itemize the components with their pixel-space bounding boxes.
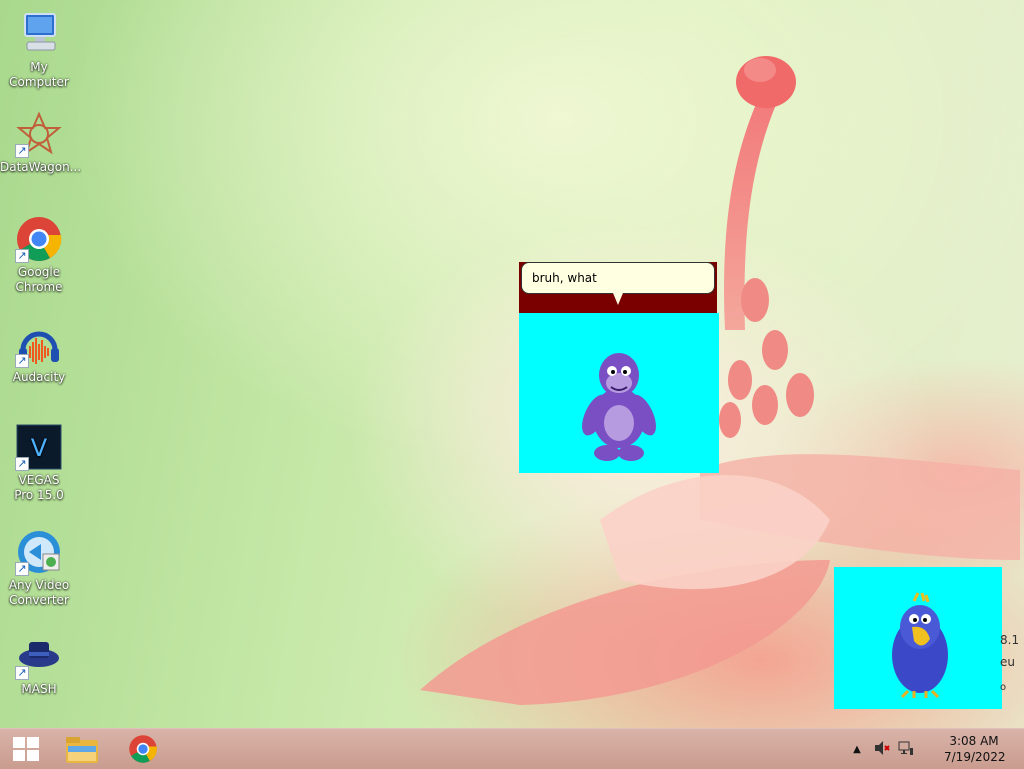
bonzi-agent[interactable]: [519, 313, 719, 473]
chrome-icon: ↗: [15, 215, 63, 263]
computer-icon: [15, 10, 63, 58]
desktop-icon-mash[interactable]: ↗ MASH: [0, 632, 78, 697]
shortcut-arrow-icon: ↗: [15, 354, 29, 368]
shortcut-arrow-icon: ↗: [15, 144, 29, 158]
shortcut-arrow-icon: ↗: [15, 666, 29, 680]
shortcut-arrow-icon: ↗: [15, 457, 29, 471]
desktop-icon-my-computer[interactable]: My Computer: [0, 10, 78, 90]
speech-bubble: bruh, what: [521, 262, 715, 294]
desktop-icon-label: Audacity: [12, 370, 66, 384]
windows-start-icon: [13, 737, 39, 761]
desktop-icon-label: My Computer: [9, 60, 69, 89]
desktop-icon-audacity[interactable]: ↗ Audacity: [0, 320, 78, 385]
speech-text: bruh, what: [532, 271, 597, 285]
desktop-icon-label: VEGAS Pro 15.0: [14, 473, 64, 502]
watermark-text: eu: [1000, 655, 1015, 669]
datawagon-icon: ↗: [15, 110, 63, 158]
shortcut-arrow-icon: ↗: [15, 249, 29, 263]
desktop-icon-vegas-pro[interactable]: V ↗ VEGAS Pro 15.0: [0, 423, 78, 503]
desktop-icon-label: Any Video Converter: [8, 578, 70, 607]
audacity-icon: ↗: [15, 320, 63, 368]
watermark-text: 8.1: [1000, 633, 1020, 647]
start-button[interactable]: [0, 729, 52, 769]
taskbar-chrome[interactable]: [117, 729, 169, 769]
show-hidden-icons-icon[interactable]: ▲: [850, 744, 864, 755]
purple-gorilla-icon: [582, 353, 656, 461]
desktop-icon-label: DataWagon...: [0, 160, 82, 174]
taskbar-file-explorer[interactable]: [56, 729, 108, 769]
video-converter-icon: ↗: [15, 528, 63, 576]
desktop-icon-any-video-converter[interactable]: ↗ Any Video Converter: [0, 528, 78, 608]
desktop-icon-datawagon[interactable]: ↗ DataWagon...: [0, 110, 82, 175]
taskbar-clock[interactable]: 3:08 AM 7/19/2022: [944, 733, 1006, 765]
blue-parrot-icon: [892, 592, 948, 699]
file-explorer-icon: [66, 737, 98, 763]
taskbar: ▲ 3:08 AM 7/19/2022: [0, 728, 1024, 769]
clock-date: 7/19/2022: [944, 750, 1006, 764]
desktop-icon-label: MASH: [21, 682, 57, 696]
watermark-text: o: [1000, 682, 1007, 693]
desktop-icon-google-chrome[interactable]: ↗ Google Chrome: [0, 215, 78, 295]
mash-icon: ↗: [15, 632, 63, 680]
volume-muted-icon[interactable]: [874, 740, 892, 759]
system-tray: ▲: [850, 729, 916, 769]
speech-bubble-tail: [613, 293, 623, 305]
vegas-icon: V ↗: [15, 423, 63, 471]
shortcut-arrow-icon: ↗: [15, 562, 29, 576]
desktop-icon-label: Google Chrome: [15, 265, 63, 294]
peedy-agent[interactable]: [834, 567, 1002, 709]
svg-text:V: V: [31, 434, 48, 462]
network-icon[interactable]: [898, 740, 916, 759]
clock-time: 3:08 AM: [949, 734, 999, 748]
chrome-icon: [129, 735, 157, 763]
